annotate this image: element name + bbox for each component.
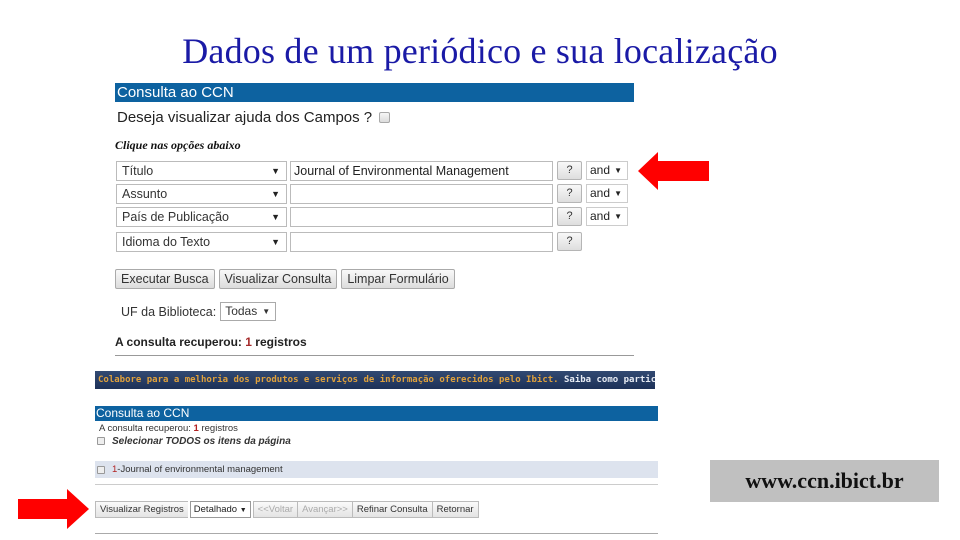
field-select-value: Assunto — [122, 187, 168, 201]
banner-participate-link[interactable]: Saiba como participar: — [564, 375, 655, 385]
left-arrow-shape — [638, 152, 709, 190]
select-all-checkbox[interactable] — [97, 437, 105, 445]
result-suffix: registros — [255, 335, 307, 349]
record-title[interactable]: -Journal of environmental management — [117, 461, 282, 478]
result-summary: A consulta recuperou: 1 registros — [115, 335, 307, 349]
search-term-input[interactable] — [290, 232, 553, 252]
field-help-button[interactable]: ? — [557, 207, 582, 226]
chevron-down-icon: ▼ — [262, 307, 271, 316]
operator-value: and — [590, 209, 611, 223]
library-state-value: Todas — [225, 304, 258, 318]
field-select[interactable]: Título ▼ — [116, 161, 287, 181]
format-select[interactable]: Detalhado ▼ — [189, 501, 251, 518]
results-header: Consulta ao CCN — [95, 406, 658, 421]
field-select[interactable]: Assunto ▼ — [116, 184, 287, 204]
field-select[interactable]: País de Publicação ▼ — [116, 207, 287, 227]
chevron-down-icon: ▼ — [271, 237, 280, 247]
divider — [115, 355, 634, 356]
chevron-down-icon: ▼ — [614, 166, 622, 175]
operator-select[interactable]: and ▼ — [586, 161, 628, 180]
divider — [95, 484, 658, 485]
operator-value: and — [590, 163, 611, 177]
banner-text: Colabore para a melhoria dos produtos e … — [98, 375, 559, 385]
help-toggle-row: Deseja visualizar ajuda dos Campos ? — [115, 106, 634, 128]
select-all-row: Selecionar TODOS os itens da página — [95, 434, 658, 448]
help-checkbox[interactable] — [379, 111, 391, 123]
chevron-down-icon: ▼ — [271, 212, 280, 222]
field-help-button[interactable]: ? — [557, 232, 582, 251]
library-state-select[interactable]: Todas ▼ — [220, 302, 277, 321]
chevron-down-icon: ▼ — [271, 189, 280, 199]
search-form-panel: Consulta ao CCN Deseja visualizar ajuda … — [115, 83, 634, 356]
result-count: 1 — [245, 335, 252, 349]
format-value: Detalhado — [193, 504, 238, 515]
search-term-input[interactable] — [290, 184, 553, 204]
field-select[interactable]: Idioma do Texto ▼ — [116, 232, 287, 252]
help-toggle-label: Deseja visualizar ajuda dos Campos ? — [117, 108, 373, 126]
search-term-input[interactable] — [290, 207, 553, 227]
forward-button[interactable]: Avançar>> — [297, 501, 352, 518]
results-panel: Consulta ao CCN A consulta recuperou: 1 … — [95, 406, 658, 534]
result-prefix: A consulta recuperou: — [115, 335, 242, 349]
operator-select[interactable]: and ▼ — [586, 184, 628, 203]
chevron-down-icon: ▼ — [614, 189, 622, 198]
results-summary: A consulta recuperou: 1 registros — [95, 423, 658, 434]
search-term-input[interactable]: Journal of Environmental Management — [290, 161, 553, 181]
operator-select[interactable]: and ▼ — [586, 207, 628, 226]
form-actions: Executar Busca Visualizar Consulta Limpa… — [115, 269, 455, 289]
select-all-label: Selecionar TODOS os itens da página — [112, 435, 291, 447]
field-select-value: Idioma do Texto — [122, 235, 211, 249]
record-checkbox[interactable] — [97, 465, 105, 474]
result-count: 1 — [193, 423, 199, 434]
clear-form-button[interactable]: Limpar Formulário — [341, 269, 455, 289]
library-state-label: UF da Biblioteca: — [121, 304, 217, 319]
search-field-row: País de Publicação ▼ ? and ▼ — [115, 207, 634, 227]
field-select-value: País de Publicação — [122, 210, 230, 224]
chevron-down-icon: ▼ — [614, 212, 622, 221]
record-row[interactable]: 1 -Journal of environmental management — [95, 461, 658, 478]
search-field-row: Título ▼ Journal of Environmental Managem… — [115, 161, 634, 181]
operator-value: and — [590, 186, 611, 200]
field-help-button[interactable]: ? — [557, 184, 582, 203]
refine-query-button[interactable]: Refinar Consulta — [351, 501, 432, 518]
preview-query-button[interactable]: Visualizar Consulta — [218, 269, 338, 289]
slide-title: Dados de um periódico e sua localização — [182, 31, 778, 71]
instruction-text: Clique nas opções abaixo — [115, 138, 241, 152]
divider — [95, 533, 658, 534]
search-field-row: Assunto ▼ ? and ▼ — [115, 184, 634, 204]
view-records-button[interactable]: Visualizar Registros — [95, 501, 188, 518]
search-field-row: Idioma do Texto ▼ ? — [115, 232, 634, 252]
results-toolbar: Visualizar Registros Detalhado ▼ <<Volta… — [95, 501, 479, 518]
return-button[interactable]: Retornar — [431, 501, 479, 518]
result-prefix: A consulta recuperou: — [99, 423, 191, 434]
execute-search-button[interactable]: Executar Busca — [115, 269, 215, 289]
result-suffix: registros — [201, 423, 238, 434]
right-arrow-shape — [18, 489, 89, 529]
site-url: www.ccn.ibict.br — [710, 460, 939, 502]
field-select-value: Título — [122, 164, 154, 178]
left-arrow-icon — [638, 152, 709, 190]
library-state-filter: UF da Biblioteca: Todas ▼ — [121, 302, 277, 321]
chevron-down-icon: ▼ — [271, 166, 280, 176]
search-form-header: Consulta ao CCN — [115, 83, 634, 102]
right-arrow-icon — [18, 489, 89, 529]
chevron-down-icon: ▼ — [239, 507, 247, 514]
field-help-button[interactable]: ? — [557, 161, 582, 180]
back-button[interactable]: <<Voltar — [252, 501, 298, 518]
feedback-banner[interactable]: Colabore para a melhoria dos produtos e … — [95, 371, 655, 389]
